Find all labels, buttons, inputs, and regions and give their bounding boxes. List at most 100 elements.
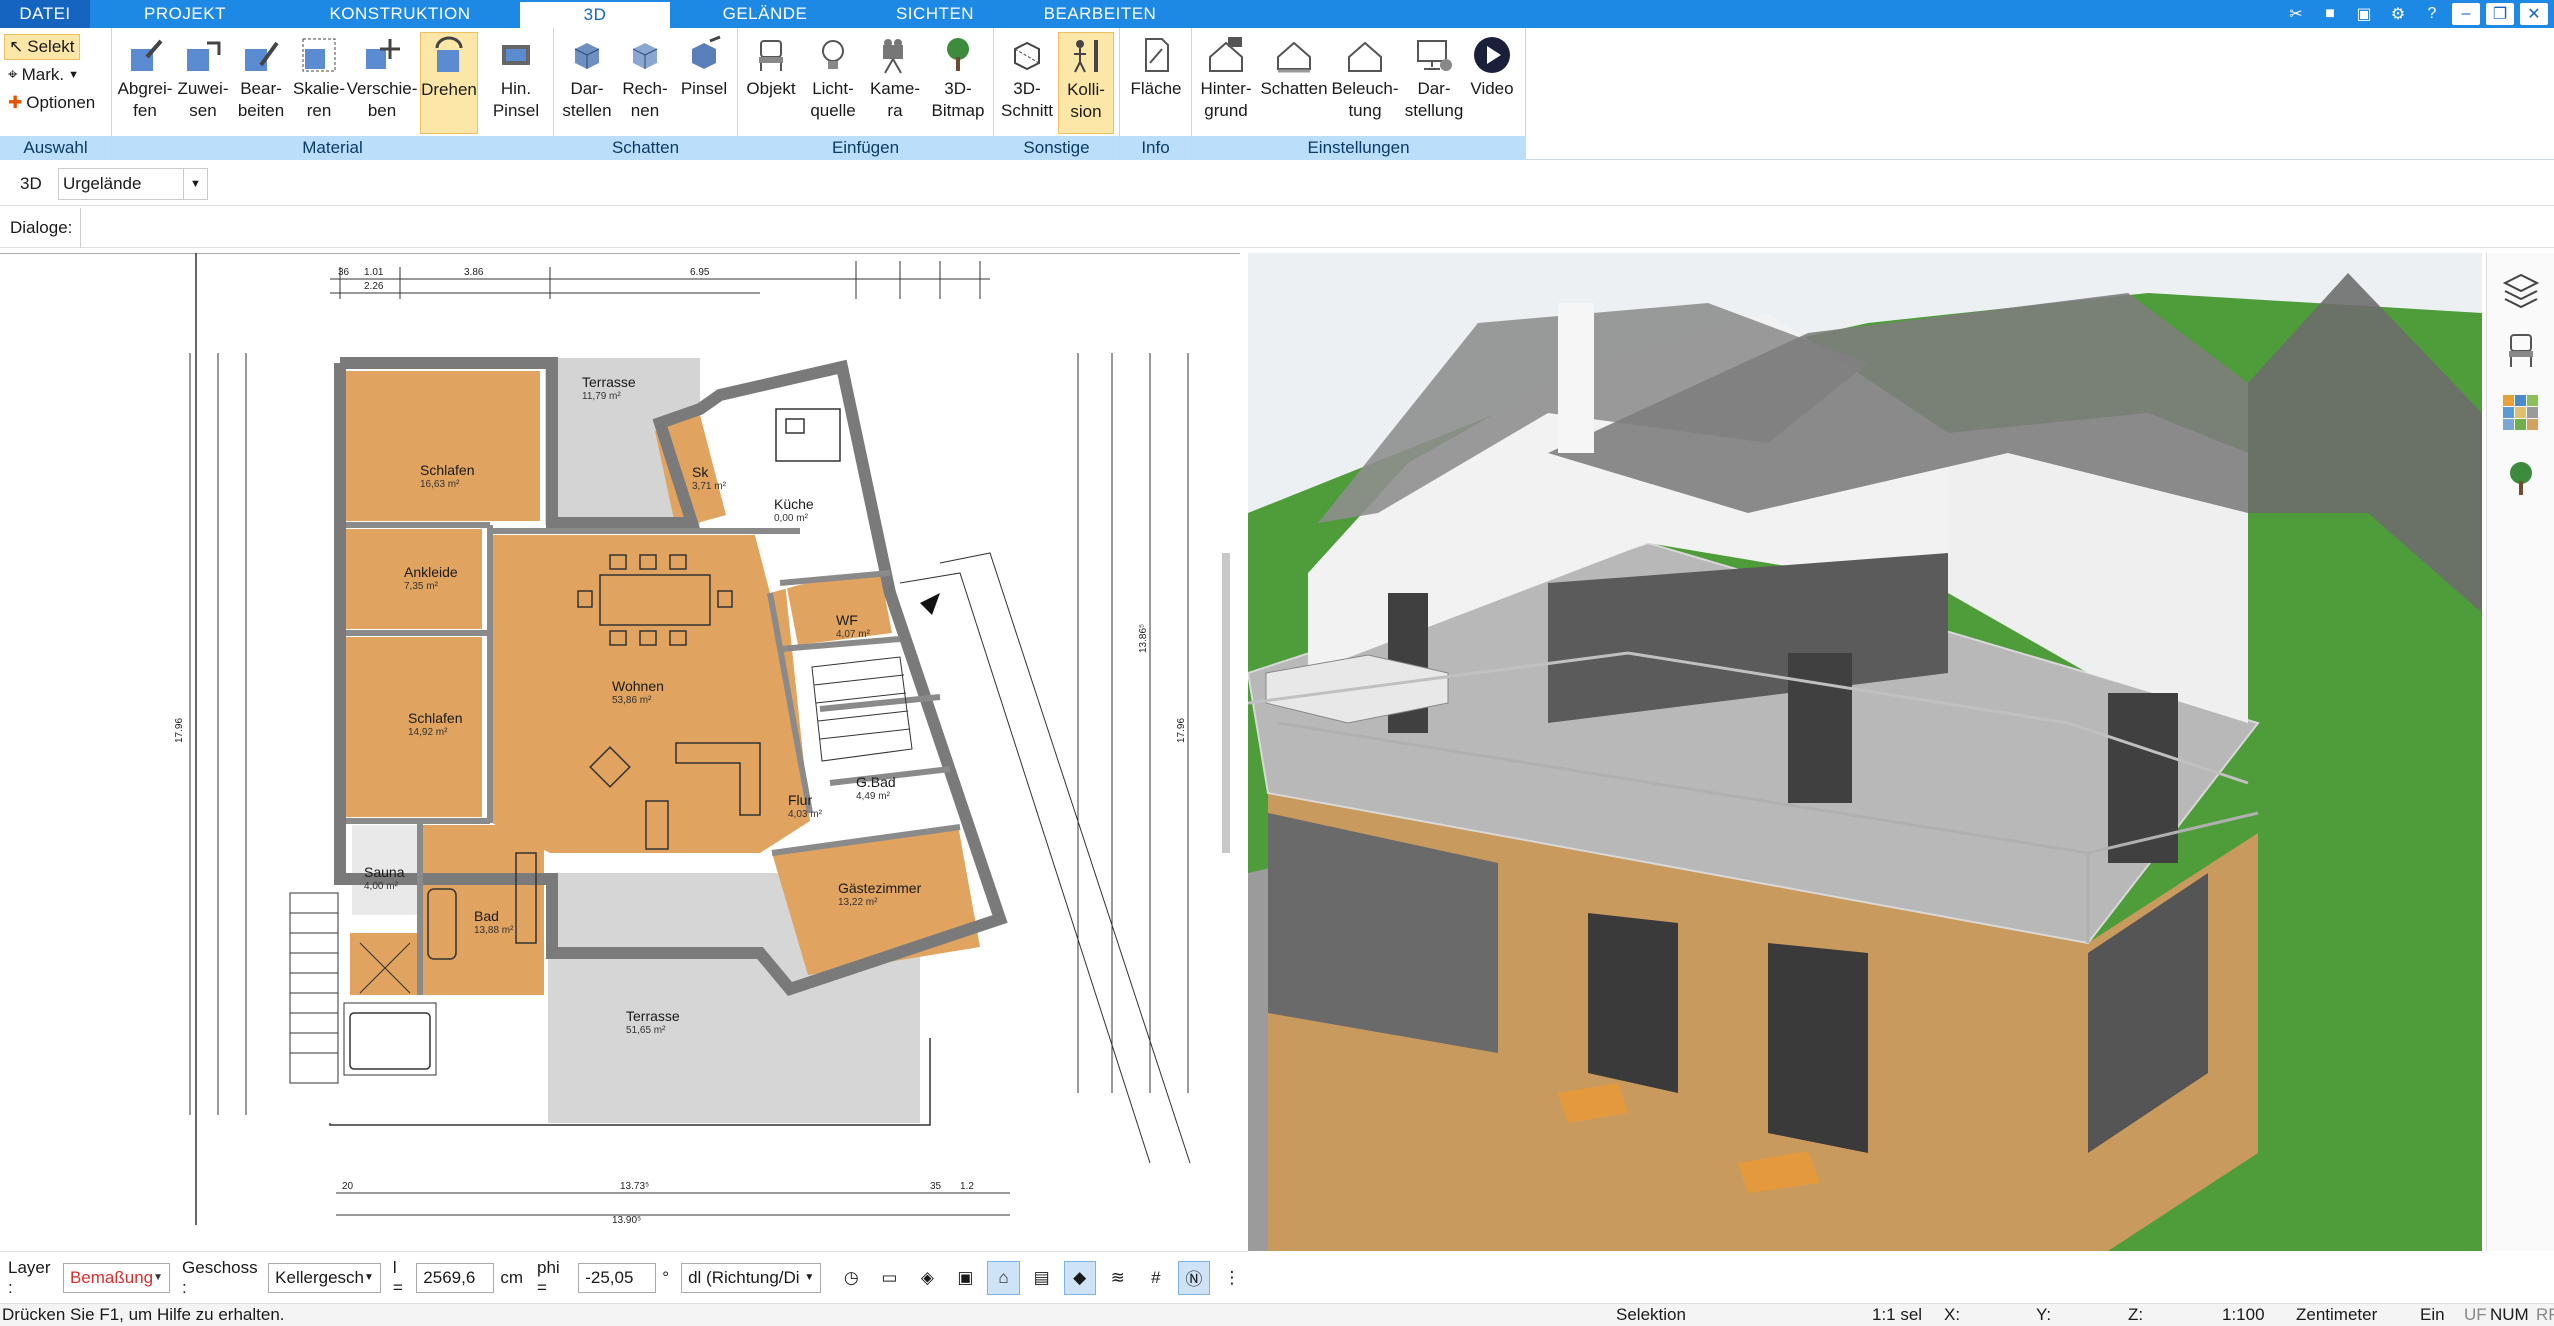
render-icon[interactable]: ◈ [911, 1261, 943, 1295]
room-name: Sauna [364, 864, 405, 880]
rechnen-button[interactable]: Rech- nen [616, 32, 674, 122]
geschoss-select[interactable]: Kellergesch ▼ [268, 1262, 381, 1293]
kollision-button[interactable]: Kolli- sion [1058, 32, 1114, 134]
selekt-button[interactable]: ↖ Selekt [4, 34, 80, 60]
tab-projekt[interactable]: PROJEKT [90, 0, 280, 28]
plant-icon[interactable] [2501, 459, 2541, 504]
bitmap-3d-button[interactable]: 3D- Bitmap [928, 32, 988, 122]
room-area: 51,65 m² [626, 1025, 666, 1036]
layer-label: Layer : [8, 1257, 51, 1297]
roof-view-icon[interactable]: ⌂ [987, 1260, 1020, 1295]
north-icon[interactable]: Ⓝ [1177, 1260, 1210, 1295]
more-icon[interactable]: ⋮ [1216, 1261, 1248, 1295]
person-wall-icon [1063, 33, 1109, 79]
vertical-scrollbar[interactable] [1222, 553, 1230, 853]
group-label-schatten: Schatten [554, 136, 737, 160]
group-info: Fläche Info [1120, 28, 1192, 160]
cursor-icon: ↖ [9, 37, 24, 56]
floor-bad-shower [350, 933, 422, 995]
help-icon[interactable]: ? [2418, 3, 2446, 25]
hin-pinsel-label: Hin. Pinsel [492, 79, 540, 120]
settings-icon[interactable]: ⚙ [2384, 3, 2412, 25]
schnitt-3d-button[interactable]: 3D- Schnitt [998, 32, 1056, 122]
monitor-icon[interactable]: ▭ [873, 1261, 905, 1295]
tools-icon[interactable]: ✂ [2282, 3, 2310, 25]
kamera-button[interactable]: Kame- ra [866, 32, 924, 122]
room-name: Flur [788, 792, 812, 808]
group-label-sonstige: Sonstige [994, 136, 1119, 160]
length-label: l = [392, 1257, 403, 1297]
minimize-button[interactable]: – [2452, 3, 2480, 25]
drehen-button[interactable]: Drehen [420, 32, 478, 134]
group-einstellungen: Hinter- grund Schatten Beleuch- tung Dar… [1192, 28, 1526, 160]
zuweisen-button[interactable]: Zuwei- sen [174, 32, 232, 122]
objekt-button[interactable]: Objekt [742, 32, 800, 100]
plane-icon[interactable]: ◆ [1063, 1260, 1096, 1295]
ein-indicator: Ein [2420, 1305, 2445, 1324]
darstellen-button[interactable]: Dar- stellen [558, 32, 616, 122]
group-label-einstellungen: Einstellungen [1192, 136, 1525, 160]
clock-icon[interactable]: ◷ [835, 1261, 867, 1295]
drehen-label: Drehen [421, 80, 477, 99]
tab-bearbeiten[interactable]: BEARBEITEN [1010, 0, 1190, 28]
grid-icon[interactable]: # [1140, 1261, 1172, 1295]
verschieben-button[interactable]: Verschie- ben [347, 32, 417, 122]
dim-bottom-5: 13.90⁵ [612, 1215, 641, 1225]
selection-count: 1:1 sel [1872, 1305, 1923, 1324]
layers-icon[interactable] [2501, 269, 2541, 314]
tree-icon [935, 32, 981, 78]
palette-icon[interactable]: ▣ [2350, 3, 2378, 25]
materials-icon[interactable] [2501, 393, 2541, 438]
skalieren-button[interactable]: Skalie- ren [290, 32, 348, 122]
hatch-icon[interactable]: ▤ [1026, 1261, 1058, 1295]
lichtquelle-button[interactable]: Licht- quelle [802, 32, 864, 122]
mark-button[interactable]: ⌖ Mark. ▼ [4, 62, 83, 88]
wave-icon[interactable]: ≋ [1102, 1261, 1134, 1295]
group-label-auswahl: Auswahl [0, 136, 111, 160]
dim-bottom-4: 1.2 [960, 1181, 974, 1192]
tab-konstruktion[interactable]: KONSTRUKTION [280, 0, 520, 28]
monitor-icon [1411, 32, 1457, 78]
phi-input[interactable]: -25,05 [578, 1262, 657, 1293]
dl-select[interactable]: dl (Richtung/Di ▼ [681, 1262, 822, 1293]
restore-button[interactable]: ❐ [2486, 3, 2514, 25]
dim-right-mid: 13.86⁵ [1138, 624, 1149, 653]
tab-sichten[interactable]: SICHTEN [860, 0, 1010, 28]
3d-view[interactable] [1248, 253, 2482, 1251]
zuweisen-label: Zuwei- sen [177, 79, 229, 120]
schatten-einst-button[interactable]: Schatten [1258, 32, 1330, 100]
tab-gelaende[interactable]: GELÄNDE [670, 0, 860, 28]
length-value: 2569,6 [423, 1267, 476, 1287]
bitmap-3d-label: 3D- Bitmap [931, 79, 985, 120]
schatten-pinsel-button[interactable]: Pinsel [676, 32, 732, 100]
left-dimensions [189, 353, 247, 1115]
group-label-einfuegen: Einfügen [738, 136, 993, 160]
cube-icon[interactable]: ▣ [949, 1261, 981, 1295]
bearbeiten-button[interactable]: Bear- beiten [232, 32, 290, 122]
furniture-icon[interactable] [2501, 331, 2541, 376]
bottom-dimensions [336, 1192, 1010, 1216]
terrain-select[interactable]: Urgelände ▼ [58, 168, 208, 200]
length-input[interactable]: 2569,6 [416, 1262, 495, 1293]
room-name: Gästezimmer [838, 880, 922, 896]
abgreifen-button[interactable]: Abgrei- fen [116, 32, 174, 122]
dim-right-total: 17.96 [1176, 718, 1187, 743]
tab-3d[interactable]: 3D [520, 0, 670, 28]
room-area: 53,86 m² [612, 695, 652, 706]
hin-pinsel-button[interactable]: Hin. Pinsel [484, 32, 548, 122]
hintergrund-button[interactable]: Hinter- grund [1194, 32, 1258, 122]
video-button[interactable]: Video [1464, 32, 1520, 100]
pipette-icon [122, 32, 168, 78]
layer-select[interactable]: Bemaßung ▼ [62, 1262, 171, 1293]
optionen-button[interactable]: ✚ Optionen [4, 90, 99, 116]
group-schatten: Dar- stellen Rech- nen Pinsel Schatten [554, 28, 738, 160]
flaeche-button[interactable]: Fläche [1126, 32, 1186, 100]
mode-text: Selektion [1616, 1305, 1686, 1324]
darstellung-button[interactable]: Dar- stellung [1404, 32, 1464, 122]
num-indicator: NUM [2490, 1305, 2529, 1324]
floor-plan-view[interactable]: 36 1.01 2.26 3.86 6.95 17.96 17.96 13.86… [0, 253, 1240, 1225]
beleuchtung-button[interactable]: Beleuch- tung [1330, 32, 1400, 122]
close-button[interactable]: ✕ [2520, 3, 2548, 25]
lock-icon[interactable]: ■ [2316, 3, 2344, 25]
tab-datei[interactable]: DATEI [0, 0, 90, 28]
